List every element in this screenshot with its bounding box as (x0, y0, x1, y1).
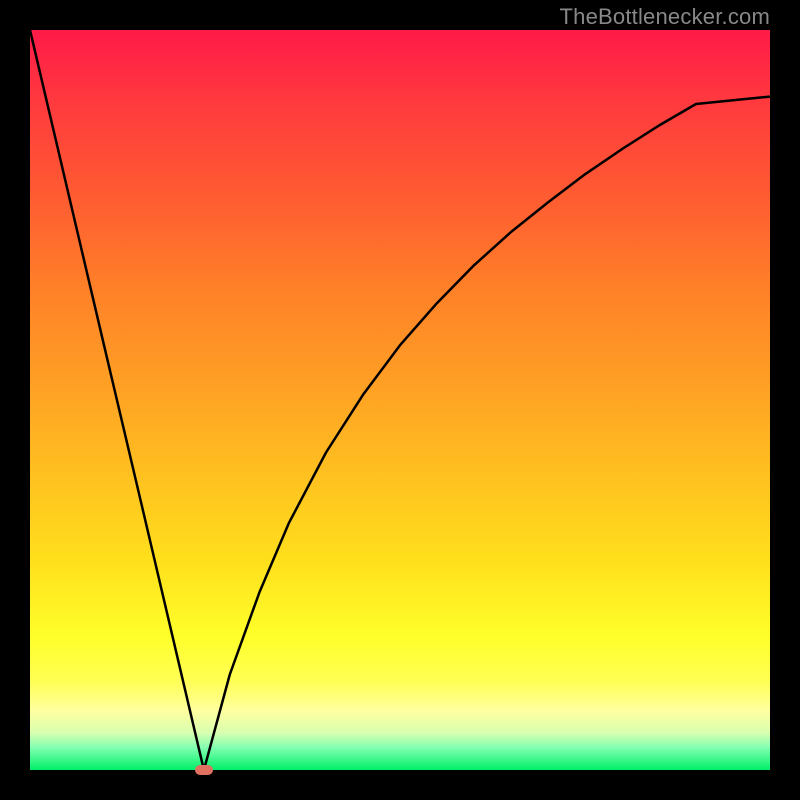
watermark-text: TheBottlenecker.com (560, 4, 770, 30)
plot-area (30, 30, 770, 770)
curve-svg (30, 30, 770, 770)
chart-frame: TheBottlenecker.com (0, 0, 800, 800)
vertex-marker (195, 765, 213, 775)
bottleneck-curve (30, 30, 770, 770)
